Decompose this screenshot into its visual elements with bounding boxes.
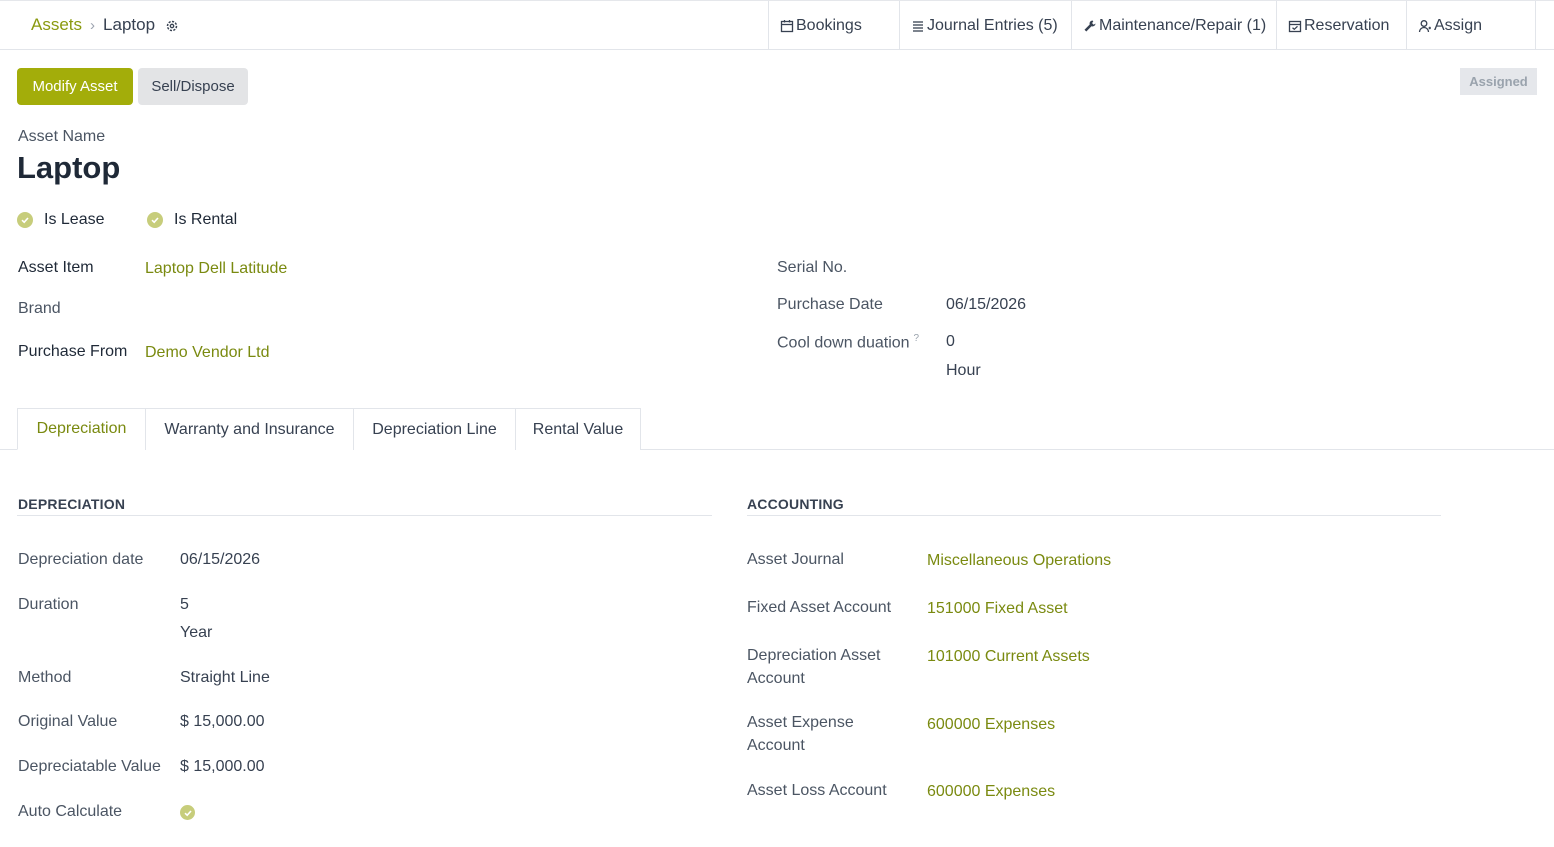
asset-expense-account-label-2: Account: [747, 737, 805, 754]
modify-asset-button[interactable]: Modify Asset: [17, 68, 133, 105]
cooldown-unit: Hour: [946, 362, 981, 379]
smart-buttons: Bookings Journal Entries (5) Maintenance…: [768, 1, 1536, 50]
accounting-section-title: ACCOUNTING: [747, 496, 844, 512]
duration-value[interactable]: 5: [180, 596, 189, 614]
depreciation-asset-account-label-1: Depreciation Asset: [747, 647, 881, 664]
auto-calculate-checkbox[interactable]: [180, 805, 195, 820]
cooldown-label-wrap: Cool down duation?: [777, 333, 919, 352]
maintenance-repair-label: Maintenance/Repair (1): [1099, 16, 1267, 34]
fixed-asset-account-link[interactable]: 151000 Fixed Asset: [927, 600, 1068, 618]
tab-warranty-insurance[interactable]: Warranty and Insurance: [145, 408, 354, 450]
duration-label: Duration: [18, 596, 79, 613]
purchase-from-link[interactable]: Demo Vendor Ltd: [145, 344, 270, 362]
original-value[interactable]: $ 15,000.00: [180, 713, 265, 731]
depreciation-asset-account-link[interactable]: 101000 Current Assets: [927, 648, 1090, 666]
calendar-check-icon: [1288, 20, 1302, 32]
breadcrumb-assets-link[interactable]: Assets: [31, 15, 82, 35]
journal-entries-button[interactable]: Journal Entries (5): [899, 1, 1071, 50]
status-badge[interactable]: Assigned: [1460, 68, 1537, 95]
maintenance-repair-button[interactable]: Maintenance/Repair (1): [1071, 1, 1276, 50]
list-icon: [913, 20, 923, 32]
method-label: Method: [18, 669, 72, 686]
assign-label: Assign: [1434, 16, 1483, 34]
depreciation-section-divider: [17, 515, 712, 516]
accounting-section-divider: [747, 515, 1441, 516]
asset-loss-account-link[interactable]: 600000 Expenses: [927, 783, 1055, 801]
is-rental-checkbox[interactable]: Is Rental: [147, 211, 237, 229]
brand-label: Brand: [18, 300, 61, 317]
tab-depreciation[interactable]: Depreciation: [17, 408, 146, 450]
fixed-asset-account-label: Fixed Asset Account: [747, 599, 892, 616]
reservation-label: Reservation: [1304, 16, 1390, 34]
breadcrumb-current: Laptop: [103, 15, 156, 34]
asset-expense-account-label-1: Asset Expense: [747, 714, 854, 731]
method-value[interactable]: Straight Line: [180, 669, 270, 687]
check-icon: [17, 212, 33, 228]
is-lease-label: Is Lease: [44, 211, 105, 228]
bookings-button[interactable]: Bookings: [768, 1, 899, 50]
is-lease-checkbox[interactable]: Is Lease: [17, 211, 104, 229]
depreciation-asset-account-label-2: Account: [747, 670, 805, 687]
original-value-label: Original Value: [18, 713, 118, 730]
asset-name-field[interactable]: Laptop: [17, 150, 120, 186]
asset-loss-account-label: Asset Loss Account: [747, 782, 887, 799]
breadcrumb: Assets › Laptop: [31, 15, 179, 35]
duration-unit: Year: [180, 624, 213, 641]
purchase-date-label: Purchase Date: [777, 296, 883, 313]
cooldown-value[interactable]: 0: [946, 333, 955, 351]
depreciable-value[interactable]: $ 15,000.00: [180, 758, 265, 776]
depreciation-date-value[interactable]: 06/15/2026: [180, 551, 260, 569]
purchase-from-label: Purchase From: [18, 343, 128, 360]
cooldown-label: Cool down duation: [777, 334, 910, 352]
asset-item-label: Asset Item: [18, 259, 94, 276]
bookings-label: Bookings: [796, 16, 862, 34]
depreciation-date-label: Depreciation date: [18, 551, 144, 568]
check-icon: [147, 212, 163, 228]
chevron-right-icon: ›: [90, 16, 96, 34]
depreciation-section-title: DEPRECIATION: [18, 496, 126, 512]
depreciable-value-label: Depreciatable Value: [18, 758, 161, 775]
calendar-icon: [780, 19, 794, 32]
asset-expense-account-link[interactable]: 600000 Expenses: [927, 716, 1055, 734]
top-control-bar: Assets › Laptop Bookings Journal Entries…: [0, 0, 1554, 50]
asset-journal-link[interactable]: Miscellaneous Operations: [927, 552, 1111, 570]
serial-no-label: Serial No.: [777, 259, 848, 276]
sell-dispose-button[interactable]: Sell/Dispose: [138, 68, 248, 105]
reservation-button[interactable]: Reservation: [1276, 1, 1406, 50]
tab-rental-value[interactable]: Rental Value: [515, 408, 641, 450]
journal-entries-label: Journal Entries (5): [927, 16, 1058, 34]
gear-icon[interactable]: [165, 18, 179, 32]
purchase-date-value[interactable]: 06/15/2026: [946, 296, 1026, 314]
wrench-icon: [1084, 20, 1096, 31]
assign-button[interactable]: Assign: [1406, 1, 1536, 50]
is-rental-label: Is Rental: [174, 211, 238, 228]
asset-item-link[interactable]: Laptop Dell Latitude: [145, 260, 287, 278]
asset-journal-label: Asset Journal: [747, 551, 844, 568]
asset-name-label: Asset Name: [18, 128, 106, 145]
tab-depreciation-line[interactable]: Depreciation Line: [353, 408, 516, 450]
help-icon[interactable]: ?: [914, 333, 920, 344]
user-icon: [1418, 19, 1431, 32]
auto-calculate-label: Auto Calculate: [18, 803, 123, 820]
